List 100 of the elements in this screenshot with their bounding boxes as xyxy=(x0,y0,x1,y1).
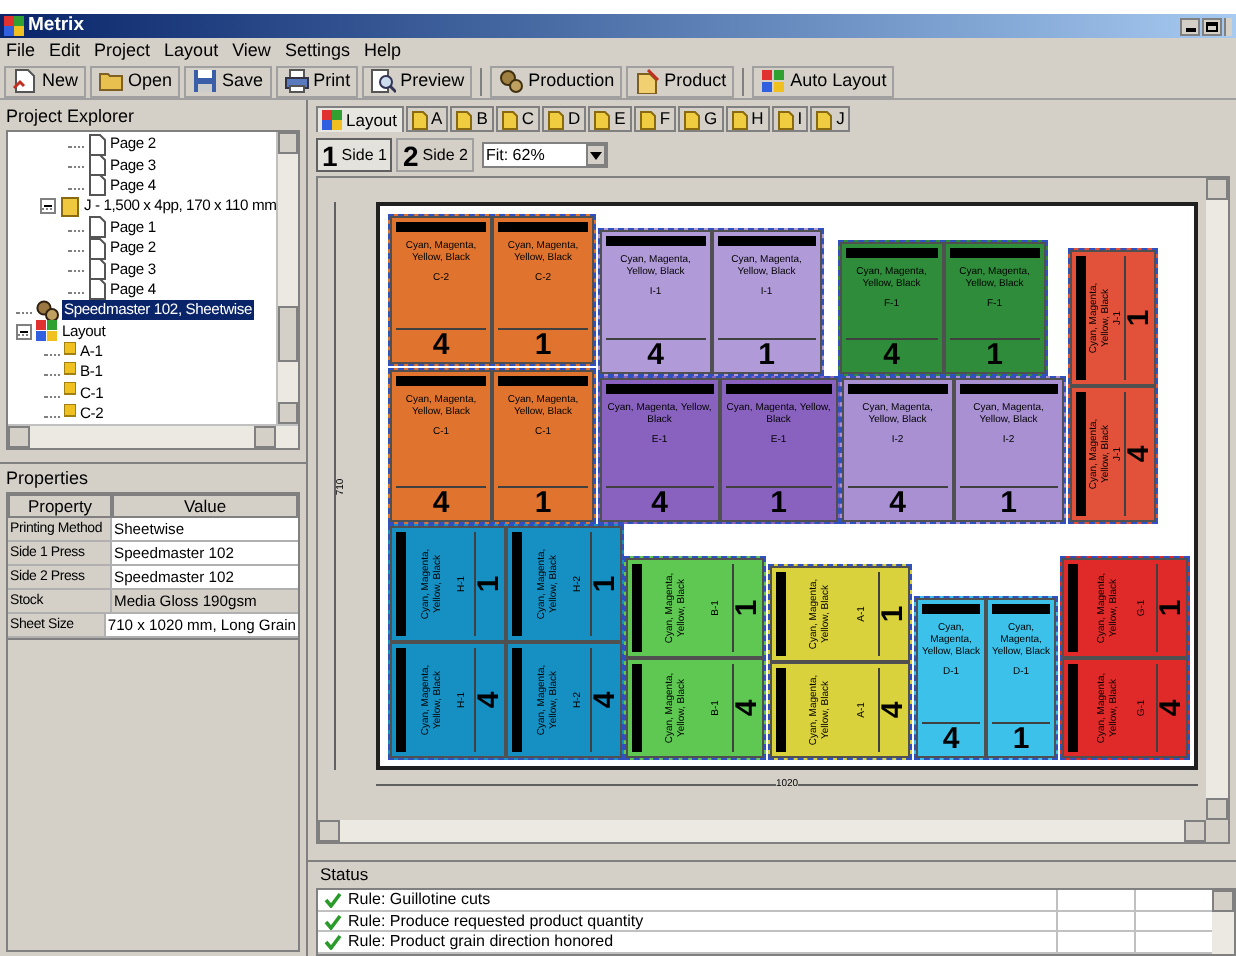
collapse-icon[interactable] xyxy=(40,198,56,215)
page-icon xyxy=(594,109,611,129)
page-icon xyxy=(777,109,794,129)
page-number: 1 xyxy=(1156,599,1186,617)
page-number: 4 xyxy=(590,691,620,709)
color-bar xyxy=(512,648,522,752)
color-bar xyxy=(632,564,642,652)
zoom-dropdown[interactable]: Fit: 62% xyxy=(481,142,608,168)
color-bar xyxy=(776,668,786,752)
toolbar-button[interactable]: Save xyxy=(184,65,272,97)
color-bar xyxy=(396,648,406,752)
color-bar xyxy=(992,604,1050,614)
toolbar-button[interactable]: Production xyxy=(490,65,623,97)
vertical-scrollbar[interactable] xyxy=(1206,178,1228,820)
tab[interactable]: I xyxy=(771,106,809,132)
page-number: 1 xyxy=(1124,309,1154,327)
page-icon xyxy=(88,237,106,260)
menu-item[interactable]: Project xyxy=(94,42,151,60)
vertical-scrollbar[interactable] xyxy=(1212,890,1234,954)
tab[interactable]: H xyxy=(725,106,770,132)
color-bar xyxy=(606,236,705,246)
color-grid-icon xyxy=(760,68,787,94)
page-number: 4 xyxy=(1124,445,1154,463)
app-icon xyxy=(4,16,24,36)
page-wand-icon xyxy=(634,68,661,94)
color-grid-icon xyxy=(36,320,58,343)
gears-icon xyxy=(498,68,525,94)
page-number: 4 xyxy=(432,330,450,362)
toolbar-button[interactable]: Preview xyxy=(362,65,473,97)
page-icon xyxy=(12,68,38,94)
page-icon xyxy=(731,109,748,129)
tab[interactable]: Layout xyxy=(316,106,404,132)
status-message: Rule: Produce requested product quantity xyxy=(348,913,644,929)
menu-item[interactable]: Edit xyxy=(49,42,81,60)
horizontal-scrollbar[interactable] xyxy=(8,424,298,448)
caret-icon xyxy=(589,151,602,159)
page-number: 4 xyxy=(647,340,664,372)
tab[interactable]: C xyxy=(495,106,541,132)
page-icon xyxy=(88,154,106,177)
vertical-scrollbar[interactable] xyxy=(276,132,298,424)
menu-item[interactable]: File xyxy=(6,42,36,60)
color-bar xyxy=(959,384,1058,394)
color-bar xyxy=(846,248,937,258)
page-icon xyxy=(456,109,473,129)
toolbar-button[interactable]: Print xyxy=(275,65,359,97)
page-number: 4 xyxy=(889,488,906,520)
menu-item[interactable]: View xyxy=(232,42,271,60)
color-bar xyxy=(632,664,642,752)
page-icon xyxy=(501,109,518,129)
page-icon xyxy=(684,109,701,129)
page-icon xyxy=(816,109,833,129)
panel-title: Status xyxy=(318,862,371,888)
folder-page-icon xyxy=(60,195,80,218)
panel-title: Project Explorer xyxy=(4,104,137,130)
tab[interactable]: D xyxy=(542,106,587,132)
menu-item[interactable]: Settings xyxy=(284,42,350,60)
column-header: Property xyxy=(8,494,112,518)
page-number: 1 xyxy=(770,488,787,520)
page-number: 4 xyxy=(651,488,668,520)
page-icon xyxy=(411,109,428,129)
color-bar xyxy=(949,248,1040,258)
page-number: 4 xyxy=(883,340,900,372)
panel-title: Properties xyxy=(4,466,91,492)
page-icon xyxy=(88,216,106,239)
page-icon xyxy=(88,258,106,281)
maximize-button[interactable] xyxy=(1202,17,1222,35)
color-bar xyxy=(498,376,588,386)
collapse-icon[interactable] xyxy=(16,323,32,340)
menu-item[interactable]: Help xyxy=(363,42,401,60)
color-grid-icon xyxy=(322,110,342,130)
printer-icon xyxy=(283,68,310,94)
toolbar-button[interactable]: Open xyxy=(90,65,181,97)
page-number: 1 xyxy=(1012,724,1030,756)
color-bar xyxy=(776,572,786,656)
horizontal-scrollbar[interactable] xyxy=(318,820,1206,842)
color-bar xyxy=(848,384,947,394)
toolbar-button[interactable]: New xyxy=(4,65,87,97)
status-message: Rule: Product grain direction honored xyxy=(348,934,614,951)
tab[interactable]: F xyxy=(633,106,677,132)
tab[interactable]: E xyxy=(588,106,632,132)
minimize-button[interactable] xyxy=(1180,17,1200,35)
color-bar xyxy=(717,236,816,246)
page-number: 4 xyxy=(474,691,504,709)
page-number: 4 xyxy=(1156,699,1186,717)
color-bar xyxy=(396,222,486,232)
toolbar-button[interactable]: Auto Layout xyxy=(752,65,895,97)
tab[interactable]: A xyxy=(405,106,449,132)
page-number: 4 xyxy=(942,724,960,756)
folder-icon xyxy=(98,68,125,94)
color-bar xyxy=(922,604,980,614)
window-title: Metrix xyxy=(28,16,84,36)
page-icon xyxy=(88,174,106,197)
column-header: Value xyxy=(112,494,298,518)
tab[interactable]: J xyxy=(810,106,851,132)
toolbar-button[interactable]: Product xyxy=(626,65,735,97)
menu-item[interactable]: Layout xyxy=(164,42,219,60)
color-bar xyxy=(396,376,486,386)
tab[interactable]: B xyxy=(450,106,494,132)
tab[interactable]: G xyxy=(678,106,724,132)
page-number: 1 xyxy=(590,575,620,593)
